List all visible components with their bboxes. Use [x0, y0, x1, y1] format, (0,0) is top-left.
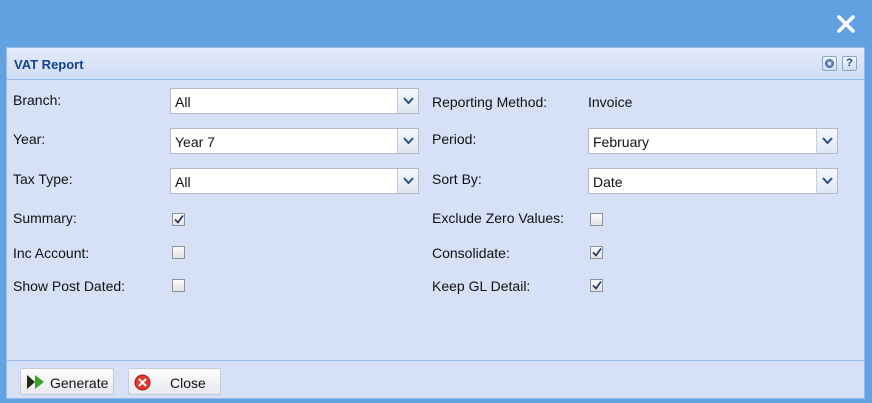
sort-by-label: Sort By:	[432, 171, 482, 187]
tax-type-label: Tax Type:	[13, 171, 73, 187]
panel-header: VAT Report ?	[7, 48, 864, 80]
chevron-down-icon[interactable]	[816, 169, 837, 193]
panel-title: VAT Report	[14, 57, 84, 72]
period-combo[interactable]: February	[588, 128, 838, 154]
year-label: Year:	[13, 131, 46, 147]
exclude-zero-label: Exclude Zero Values:	[432, 210, 565, 226]
chevron-down-icon[interactable]	[397, 129, 418, 153]
show-post-dated-label: Show Post Dated:	[13, 278, 126, 294]
reporting-method-label: Reporting Method:	[432, 94, 548, 110]
generate-label: Generate	[50, 375, 109, 391]
summary-checkbox[interactable]	[172, 213, 185, 226]
help-icon[interactable]: ?	[842, 56, 857, 71]
inc-account-checkbox[interactable]	[172, 246, 185, 259]
period-value: February	[593, 134, 650, 150]
period-label: Period:	[432, 131, 477, 147]
chevron-down-icon[interactable]	[816, 129, 837, 153]
year-value: Year 7	[175, 134, 215, 150]
sort-by-value: Date	[593, 174, 623, 190]
gear-icon[interactable]	[822, 56, 837, 71]
reporting-method-value: Invoice	[588, 94, 633, 110]
chevron-down-icon[interactable]	[397, 169, 418, 193]
branch-value: All	[175, 94, 191, 110]
close-button[interactable]: Close	[128, 368, 221, 395]
tax-type-combo[interactable]: All	[170, 168, 419, 194]
summary-label: Summary:	[13, 210, 77, 226]
branch-label: Branch:	[13, 92, 62, 108]
keep-gl-detail-checkbox[interactable]	[590, 279, 603, 292]
show-post-dated-checkbox[interactable]	[172, 279, 185, 292]
sort-by-combo[interactable]: Date	[588, 168, 838, 194]
chevron-down-icon[interactable]	[397, 89, 418, 113]
inc-account-label: Inc Account:	[13, 245, 90, 261]
vat-report-panel: VAT Report ? Branch: All Year: Year 7 Ta…	[6, 47, 865, 399]
bottom-toolbar: Generate Close	[7, 360, 864, 398]
close-circle-icon	[134, 374, 151, 394]
keep-gl-detail-label: Keep GL Detail:	[432, 278, 531, 294]
window-close-icon[interactable]	[834, 12, 858, 36]
close-label: Close	[170, 375, 206, 391]
exclude-zero-checkbox[interactable]	[590, 213, 603, 226]
generate-button[interactable]: Generate	[20, 368, 114, 395]
consolidate-checkbox[interactable]	[590, 246, 603, 259]
branch-combo[interactable]: All	[170, 88, 419, 114]
fast-forward-icon	[26, 374, 46, 393]
tax-type-value: All	[175, 174, 191, 190]
year-combo[interactable]: Year 7	[170, 128, 419, 154]
consolidate-label: Consolidate:	[432, 245, 510, 261]
